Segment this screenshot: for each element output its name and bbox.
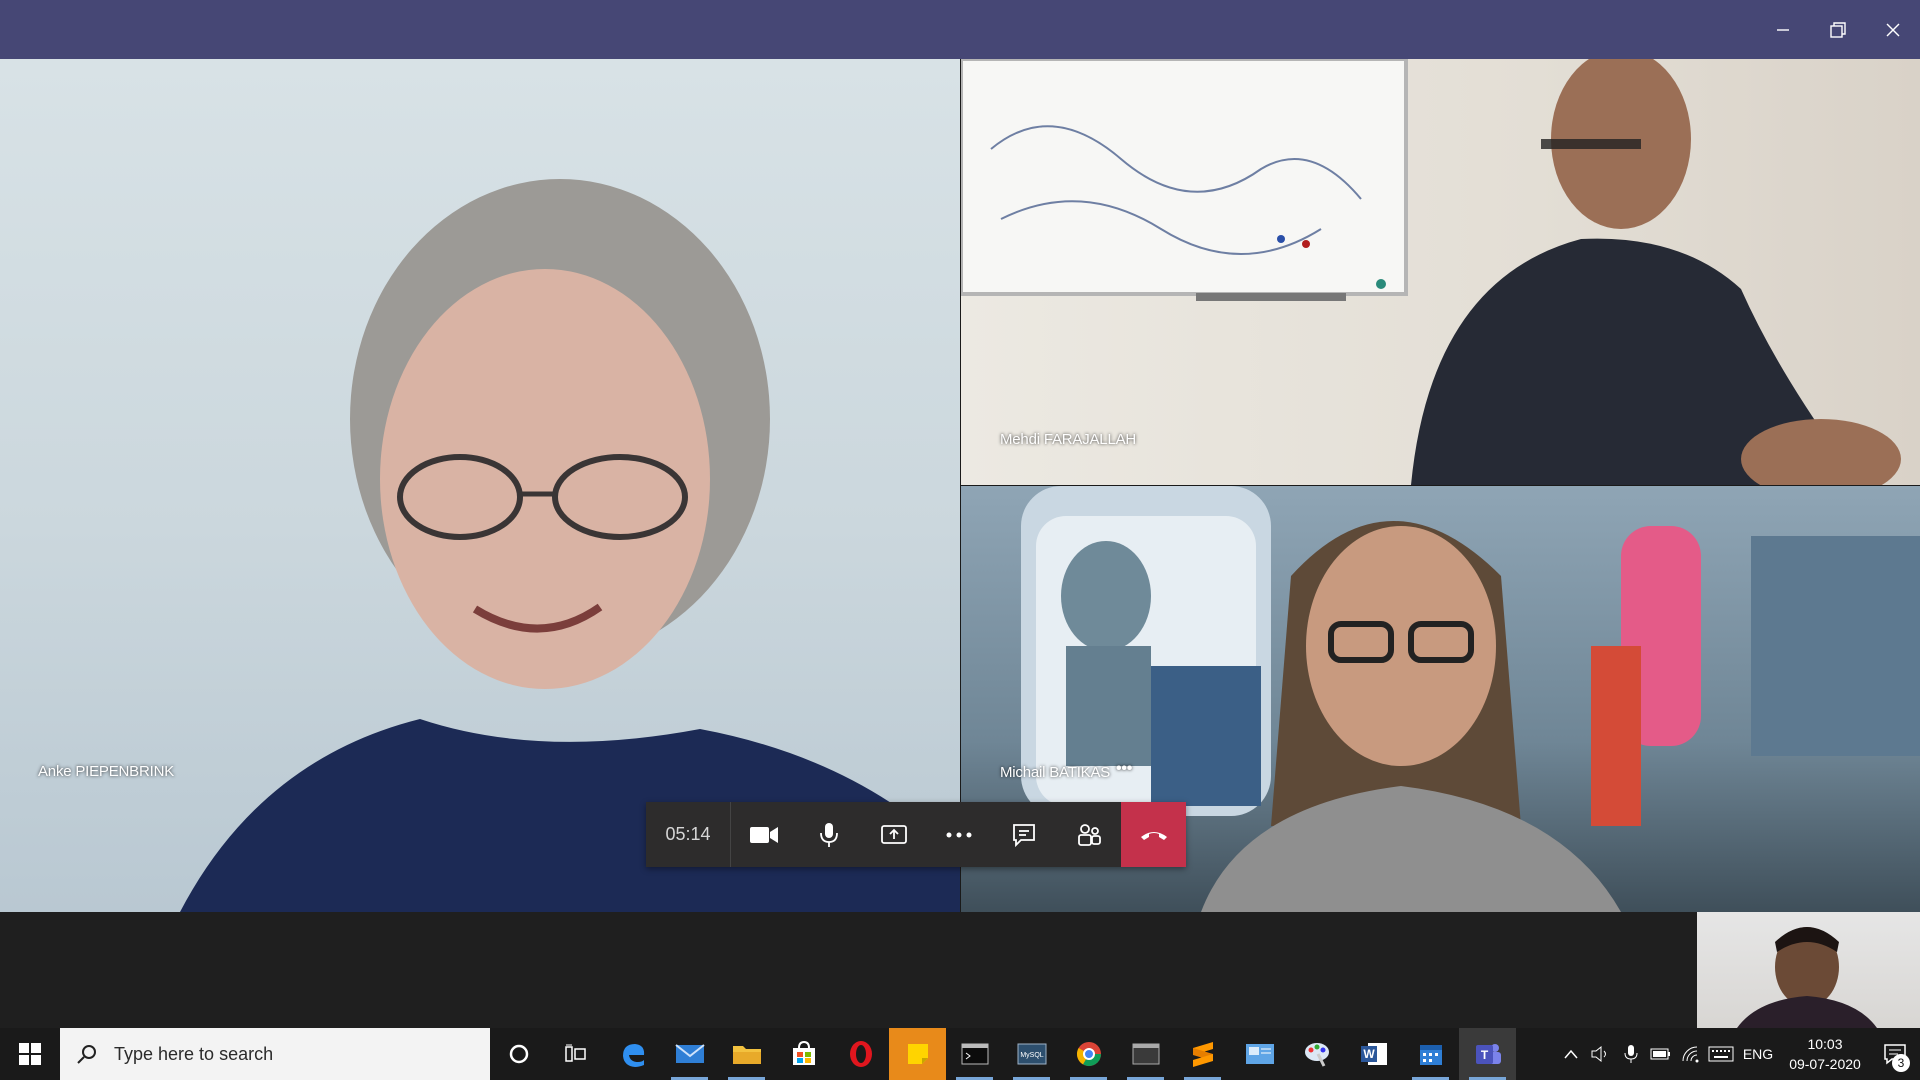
- taskbar-app-window[interactable]: [1117, 1028, 1174, 1080]
- action-center-button[interactable]: 3: [1870, 1028, 1920, 1080]
- folder-icon: [732, 1046, 761, 1064]
- hang-up-button[interactable]: [1121, 802, 1186, 867]
- call-timer: 05:14: [646, 802, 731, 867]
- chat-button[interactable]: [991, 802, 1056, 867]
- teams-icon: T: [1475, 1044, 1501, 1064]
- mic-status-button[interactable]: [1616, 1028, 1646, 1080]
- paint-icon: [1304, 1043, 1329, 1067]
- task-view-button[interactable]: [547, 1028, 604, 1080]
- taskbar-app-terminal[interactable]: [946, 1028, 1003, 1080]
- participant-name: Mehdi FARAJALLAH: [1000, 431, 1137, 448]
- participant-more-button[interactable]: •••: [1116, 760, 1132, 778]
- video-stage: Anke PIEPENBRINK Mehdi FARAJALLAH Michai…: [0, 59, 1920, 912]
- participant-video: [180, 179, 960, 912]
- show-hidden-icons-button[interactable]: [1556, 1028, 1586, 1080]
- battery-button[interactable]: [1646, 1028, 1676, 1080]
- participants-button[interactable]: [1056, 802, 1121, 867]
- participants-icon: [1077, 823, 1101, 846]
- opera-icon: [849, 1041, 872, 1067]
- clock-time: 10:03: [1807, 1036, 1843, 1052]
- video-tile-anke[interactable]: Anke PIEPENBRINK: [0, 59, 960, 912]
- taskbar-app-edge[interactable]: [604, 1028, 661, 1080]
- chevron-up-icon: [1564, 1049, 1578, 1059]
- more-options-icon: [946, 832, 971, 837]
- control-panel-icon: [1245, 1044, 1274, 1064]
- taskbar-search-box[interactable]: Type here to search: [60, 1028, 490, 1080]
- minimize-button[interactable]: [1755, 0, 1810, 59]
- share-screen-button[interactable]: [861, 802, 926, 867]
- calendar-icon: [1419, 1045, 1442, 1065]
- keyboard-icon: [1708, 1046, 1734, 1062]
- participant-name: Anke PIEPENBRINK: [38, 763, 175, 780]
- clock-date: 09-07-2020: [1789, 1056, 1861, 1072]
- participant-video: [961, 59, 1901, 485]
- microphone-icon: [819, 822, 838, 847]
- taskbar-app-teams[interactable]: T: [1459, 1028, 1516, 1080]
- participant-name: Michail BATIKAS: [1000, 764, 1111, 781]
- windows-icon: [19, 1043, 41, 1065]
- hang-up-icon: [1140, 831, 1167, 840]
- store-icon: [792, 1041, 815, 1065]
- taskbar-clock[interactable]: 10:03 09-07-2020: [1780, 1034, 1870, 1074]
- window-icon: [1132, 1043, 1159, 1065]
- taskbar-app-file-explorer[interactable]: [718, 1028, 775, 1080]
- battery-icon: [1650, 1048, 1670, 1060]
- close-button[interactable]: [1865, 0, 1920, 59]
- touch-keyboard-button[interactable]: [1706, 1028, 1736, 1080]
- cortana-icon: [509, 1044, 528, 1064]
- share-screen-icon: [880, 824, 907, 844]
- camera-icon: [749, 826, 778, 843]
- sticky-notes-icon: [907, 1044, 928, 1064]
- taskbar-app-sticky-notes[interactable]: [889, 1028, 946, 1080]
- sublime-text-icon: [1192, 1042, 1213, 1067]
- call-control-bar: 05:14: [646, 802, 1186, 867]
- speaker-icon: [1591, 1046, 1606, 1062]
- minimize-icon: [1776, 28, 1789, 31]
- close-icon: [1886, 23, 1899, 36]
- title-bar: [0, 0, 1920, 59]
- mail-icon: [674, 1044, 705, 1063]
- windows-taskbar: Type here to search MySQL W T ENG 10:03 …: [0, 1028, 1920, 1080]
- microphone-tray-icon: [1624, 1045, 1638, 1063]
- camera-button[interactable]: [731, 802, 796, 867]
- wifi-icon: [1682, 1046, 1699, 1063]
- taskbar-app-store[interactable]: [775, 1028, 832, 1080]
- self-view-video[interactable]: [1697, 912, 1920, 1028]
- notification-count-badge: 3: [1892, 1054, 1910, 1072]
- taskbar-app-control-panel[interactable]: [1231, 1028, 1288, 1080]
- video-tile-mehdi[interactable]: Mehdi FARAJALLAH: [961, 59, 1920, 485]
- word-icon: W: [1360, 1043, 1387, 1065]
- restore-icon: [1829, 21, 1846, 38]
- system-tray: ENG 10:03 09-07-2020 3: [1556, 1028, 1920, 1080]
- taskbar-app-mail[interactable]: [661, 1028, 718, 1080]
- volume-button[interactable]: [1586, 1028, 1616, 1080]
- taskbar-app-opera[interactable]: [832, 1028, 889, 1080]
- cortana-button[interactable]: [490, 1028, 547, 1080]
- chrome-icon: [1076, 1042, 1101, 1067]
- svg-text:W: W: [1363, 1047, 1375, 1061]
- terminal-icon: [961, 1043, 988, 1065]
- taskbar-app-paint[interactable]: [1288, 1028, 1345, 1080]
- more-options-button[interactable]: [926, 802, 991, 867]
- start-button[interactable]: [0, 1028, 60, 1080]
- taskbar-app-word[interactable]: W: [1345, 1028, 1402, 1080]
- restore-button[interactable]: [1810, 0, 1865, 59]
- svg-text:T: T: [1480, 1048, 1488, 1062]
- network-button[interactable]: [1676, 1028, 1706, 1080]
- input-language-indicator[interactable]: ENG: [1736, 1046, 1780, 1062]
- svg-text:MySQL: MySQL: [1020, 1052, 1043, 1059]
- microphone-button[interactable]: [796, 802, 861, 867]
- search-placeholder: Type here to search: [114, 1043, 274, 1064]
- edge-icon: [622, 1044, 644, 1067]
- chat-icon: [1012, 823, 1035, 847]
- self-video: [1737, 927, 1877, 1028]
- mysql-icon: MySQL: [1017, 1043, 1046, 1065]
- taskbar-app-chrome[interactable]: [1060, 1028, 1117, 1080]
- taskbar-app-calendar[interactable]: [1402, 1028, 1459, 1080]
- taskbar-app-sublime[interactable]: [1174, 1028, 1231, 1080]
- task-view-icon: [564, 1044, 586, 1062]
- search-icon: [60, 1043, 114, 1065]
- taskbar-app-mysql[interactable]: MySQL: [1003, 1028, 1060, 1080]
